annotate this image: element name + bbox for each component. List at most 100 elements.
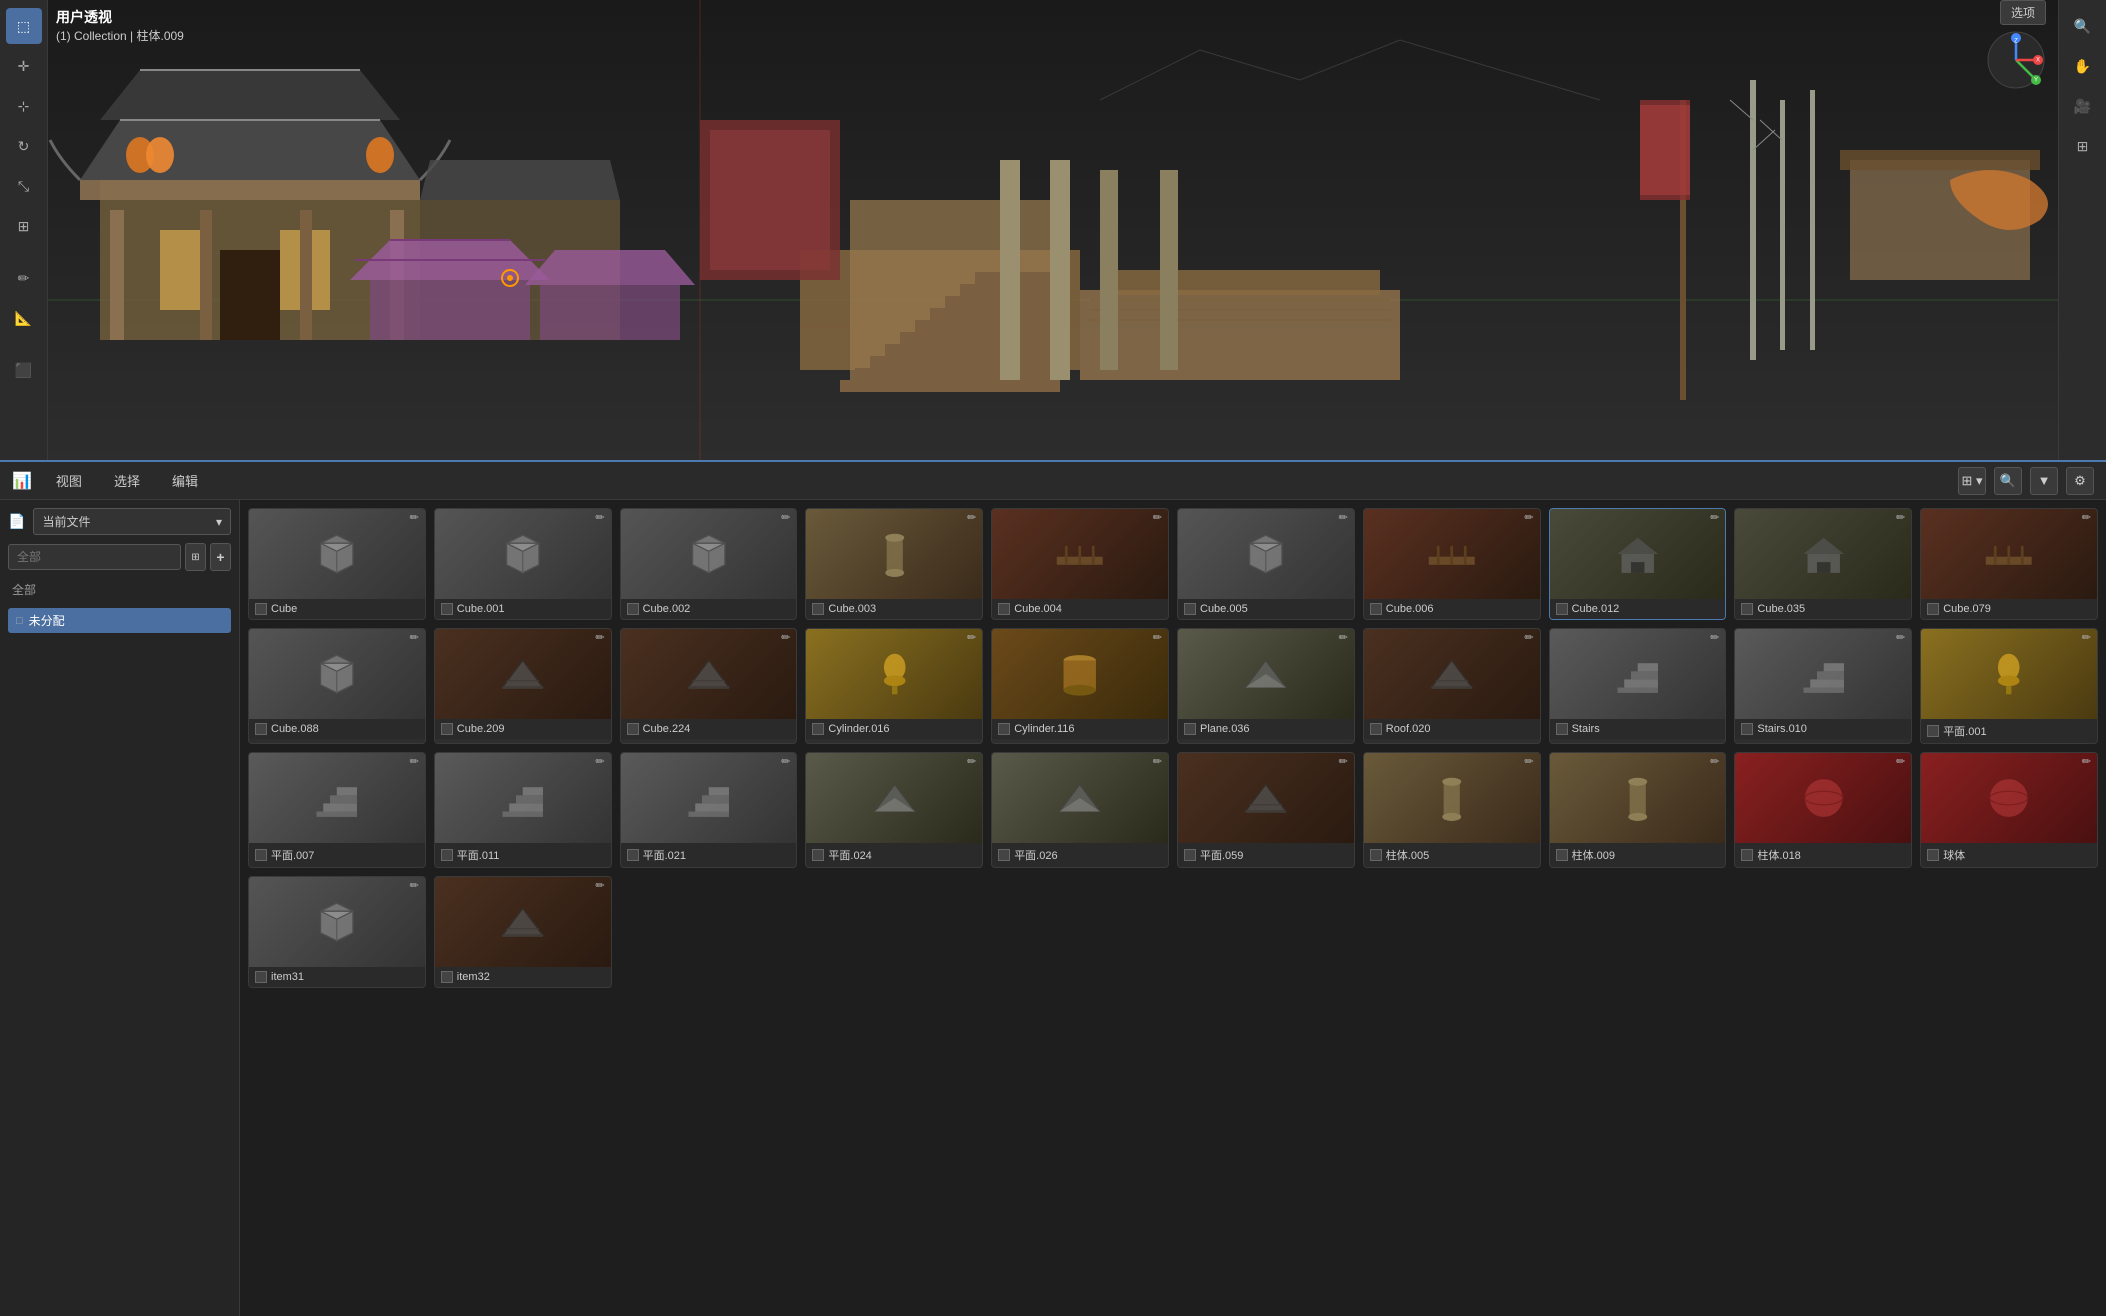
asset-edit-btn[interactable]: ✏ [407,512,422,525]
scale-tool-btn[interactable]: ⤡ [6,168,42,204]
move-tool-btn[interactable]: ⊹ [6,88,42,124]
asset-item[interactable]: ✏ Stairs [1549,628,1727,744]
asset-edit-btn[interactable]: ✏ [1521,632,1536,645]
asset-edit-btn[interactable]: ✏ [592,756,607,769]
options-btn[interactable]: 选项 [2000,0,2046,25]
asset-checkbox[interactable] [1184,849,1196,861]
asset-item[interactable]: ✏ 平面.001 [1920,628,2098,744]
zoom-btn[interactable]: 🔍 [2065,8,2101,44]
asset-checkbox[interactable] [812,849,824,861]
asset-item[interactable]: ✏ Roof.020 [1363,628,1541,744]
asset-item[interactable]: ✏ Cylinder.116 [991,628,1169,744]
asset-checkbox[interactable] [441,723,453,735]
asset-checkbox[interactable] [812,723,824,735]
asset-edit-btn[interactable]: ✏ [1893,632,1908,645]
asset-edit-btn[interactable]: ✏ [1336,512,1351,525]
asset-edit-btn[interactable]: ✏ [1150,756,1165,769]
asset-item[interactable]: ✏ Cube.002 [620,508,798,620]
asset-item[interactable]: ✏ 柱体.009 [1549,752,1727,868]
asset-checkbox[interactable] [255,971,267,983]
asset-item[interactable]: ✏ Stairs.010 [1734,628,1912,744]
asset-edit-btn[interactable]: ✏ [592,512,607,525]
asset-checkbox[interactable] [812,603,824,615]
asset-item[interactable]: ✏ Cube.088 [248,628,426,744]
transform-tool-btn[interactable]: ⊞ [6,208,42,244]
asset-checkbox[interactable] [1556,723,1568,735]
asset-item[interactable]: ✏ 球体 [1920,752,2098,868]
asset-checkbox[interactable] [1556,603,1568,615]
asset-edit-btn[interactable]: ✏ [592,880,607,893]
grid-view-btn[interactable]: ⊞ ▾ [1958,467,1986,495]
asset-checkbox[interactable] [627,723,639,735]
asset-checkbox[interactable] [1741,723,1753,735]
filter-btn[interactable]: ▼ [2030,467,2058,495]
asset-checkbox[interactable] [1927,603,1939,615]
asset-edit-btn[interactable]: ✏ [1521,756,1536,769]
asset-edit-btn[interactable]: ✏ [1893,512,1908,525]
asset-checkbox[interactable] [1741,603,1753,615]
camera-view-btn[interactable]: 🎥 [2065,88,2101,124]
asset-checkbox[interactable] [441,849,453,861]
asset-edit-btn[interactable]: ✏ [778,512,793,525]
file-selector[interactable]: 当前文件 ▾ [33,508,231,535]
asset-item[interactable]: ✏ 平面.024 [805,752,983,868]
asset-edit-btn[interactable]: ✏ [407,880,422,893]
asset-item[interactable]: ✏ item31 [248,876,426,988]
search-btn[interactable]: 🔍 [1994,467,2022,495]
asset-checkbox[interactable] [441,971,453,983]
settings-btn[interactable]: ⚙ [2066,467,2094,495]
select-tool-btn[interactable]: ⬚ [6,8,42,44]
panel-menu-view[interactable]: 视图 [48,467,90,494]
panel-menu-select[interactable]: 选择 [106,467,148,494]
measure-tool-btn[interactable]: 📐 [6,300,42,336]
asset-item[interactable]: ✏ 平面.011 [434,752,612,868]
asset-edit-btn[interactable]: ✏ [592,632,607,645]
asset-edit-btn[interactable]: ✏ [1150,632,1165,645]
asset-edit-btn[interactable]: ✏ [407,632,422,645]
cursor-tool-btn[interactable]: ✛ [6,48,42,84]
asset-checkbox[interactable] [1370,849,1382,861]
asset-item[interactable]: ✏ item32 [434,876,612,988]
asset-checkbox[interactable] [1184,603,1196,615]
asset-item[interactable]: ✏ Cube.224 [620,628,798,744]
asset-checkbox[interactable] [255,603,267,615]
asset-item[interactable]: ✏ 柱体.005 [1363,752,1541,868]
asset-checkbox[interactable] [1927,725,1939,737]
3d-viewport[interactable]: 用户透视 (1) Collection | 柱体.009 ⬚ ✛ ⊹ ↻ ⤡ ⊞… [0,0,2106,460]
filter-categories-btn[interactable]: ⊞ [185,543,206,571]
asset-edit-btn[interactable]: ✏ [1707,512,1722,525]
rotate-tool-btn[interactable]: ↻ [6,128,42,164]
asset-edit-btn[interactable]: ✏ [778,632,793,645]
asset-edit-btn[interactable]: ✏ [2079,756,2094,769]
asset-checkbox[interactable] [1741,849,1753,861]
add-category-btn[interactable]: + [210,543,231,571]
asset-checkbox[interactable] [255,723,267,735]
asset-item[interactable]: ✏ Plane.036 [1177,628,1355,744]
asset-item[interactable]: ✏ Cube.001 [434,508,612,620]
asset-checkbox[interactable] [1184,723,1196,735]
asset-edit-btn[interactable]: ✏ [407,756,422,769]
asset-item[interactable]: ✏ 平面.021 [620,752,798,868]
asset-edit-btn[interactable]: ✏ [1707,756,1722,769]
asset-checkbox[interactable] [627,603,639,615]
assets-grid[interactable]: ✏ Cube ✏ Cube.001 ✏ Cube.002 [240,500,2106,1316]
asset-item[interactable]: ✏ 平面.059 [1177,752,1355,868]
asset-edit-btn[interactable]: ✏ [2079,512,2094,525]
asset-item[interactable]: ✏ Cube.079 [1920,508,2098,620]
annotate-tool-btn[interactable]: ✏ [6,260,42,296]
asset-item[interactable]: ✏ Cube.209 [434,628,612,744]
grid-btn[interactable]: ⊞ [2065,128,2101,164]
asset-edit-btn[interactable]: ✏ [1336,632,1351,645]
asset-item[interactable]: ✏ Cube [248,508,426,620]
asset-checkbox[interactable] [255,849,267,861]
asset-checkbox[interactable] [441,603,453,615]
asset-checkbox[interactable] [1370,603,1382,615]
asset-edit-btn[interactable]: ✏ [1707,632,1722,645]
asset-item[interactable]: ✏ Cube.035 [1734,508,1912,620]
asset-item[interactable]: ✏ Cube.004 [991,508,1169,620]
asset-edit-btn[interactable]: ✏ [1336,756,1351,769]
asset-checkbox[interactable] [1370,723,1382,735]
asset-edit-btn[interactable]: ✏ [964,512,979,525]
asset-edit-btn[interactable]: ✏ [2079,632,2094,645]
asset-item[interactable]: ✏ Cube.006 [1363,508,1541,620]
